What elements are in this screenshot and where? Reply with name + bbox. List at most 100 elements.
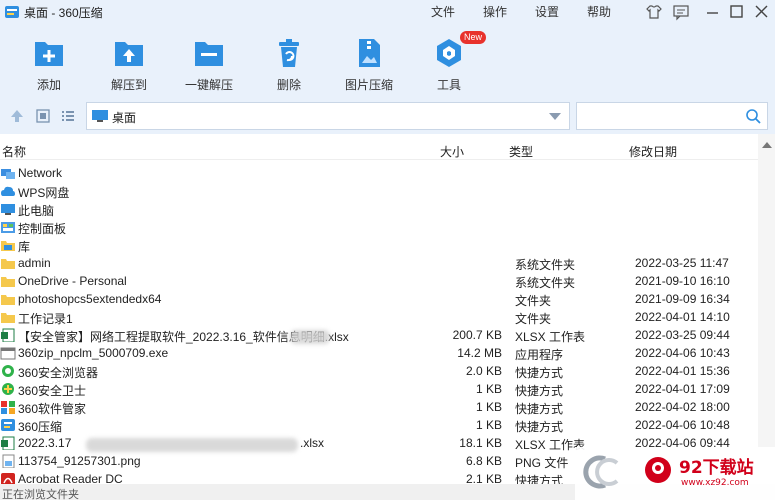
file-size: 18.1 KB [459, 436, 502, 450]
file-size: 1 KB [475, 400, 502, 414]
list-item[interactable]: WPS网盘 [0, 182, 758, 200]
extract-to-label: 解压到 [110, 78, 147, 92]
image-compress-icon [359, 39, 380, 67]
tools-label: 工具 [436, 78, 461, 92]
file-type: 快捷方式 [515, 366, 564, 380]
up-arrow-icon[interactable] [9, 108, 25, 124]
delete-label: 删除 [276, 78, 301, 92]
png-file-icon [2, 454, 15, 468]
vertical-scrollbar[interactable] [758, 134, 775, 484]
menu-file[interactable]: 文件 [431, 3, 455, 20]
file-modified: 2022-03-25 11:47 [635, 256, 729, 270]
file-type: 系统文件夹 [515, 276, 576, 290]
search-icon[interactable] [745, 108, 761, 124]
file-size: 6.8 KB [465, 454, 502, 468]
extract-to-button[interactable]: 解压到 [94, 32, 164, 92]
list-item[interactable]: 此电脑 [0, 200, 758, 218]
file-name: 控制面板 [18, 222, 67, 236]
network-icon [1, 169, 15, 179]
folder-icon [1, 259, 15, 269]
address-bar[interactable]: 桌面 [86, 102, 570, 130]
excel-file-icon [1, 436, 15, 450]
desktop-icon [92, 110, 108, 122]
column-name[interactable]: 名称 [2, 143, 26, 160]
list-item[interactable]: 【安全管家】网络工程提取软件_2022.3.16_软件信息明细.xlsx 200.… [0, 326, 758, 344]
add-archive-icon [35, 42, 63, 66]
search-input[interactable] [576, 102, 768, 130]
maximize-icon[interactable] [727, 2, 747, 22]
file-name: 360zip_npclm_5000709.exe [18, 346, 169, 360]
menu-action[interactable]: 操作 [483, 3, 507, 20]
folder-icon [1, 295, 15, 305]
feedback-icon[interactable] [671, 2, 691, 22]
address-path: 桌面 [112, 111, 137, 125]
folder-icon [1, 313, 15, 323]
address-dropdown-icon[interactable] [549, 113, 561, 120]
file-type: 文件夹 [515, 294, 552, 308]
minimize-icon[interactable] [703, 2, 723, 22]
toolbar: 添加 解压到 一键解压 删除 图片压缩 工具 New [0, 24, 775, 96]
watermark-title: 92下载站 [679, 458, 754, 478]
file-size: 1 KB [475, 418, 502, 432]
file-name: 360安全浏览器 [18, 366, 99, 380]
extract-to-icon [115, 42, 143, 66]
list-item[interactable]: 工作记录1 文件夹 2022-04-01 14:10 [0, 308, 758, 326]
file-name: 2022.3.17 [18, 436, 72, 450]
one-click-extract-button[interactable]: 一键解压 [174, 32, 244, 92]
list-item[interactable]: OneDrive - Personal 系统文件夹 2021-09-10 16:10 [0, 272, 758, 290]
top-band: 桌面 - 360压缩 文件 操作 设置 帮助 添加 解压到 一键解压 删除 图片… [0, 0, 775, 134]
software-manager-icon [1, 401, 15, 414]
guard-icon [2, 383, 14, 395]
thumbnail-view-icon[interactable] [35, 108, 51, 124]
file-name: WPS网盘 [18, 186, 70, 200]
status-text: 正在浏览文件夹 [2, 489, 79, 500]
title-bar: 桌面 - 360压缩 文件 操作 设置 帮助 [0, 0, 775, 24]
list-item[interactable]: admin 系统文件夹 2022-03-25 11:47 [0, 254, 758, 272]
file-type: 系统文件夹 [515, 258, 576, 272]
skin-icon[interactable] [644, 2, 664, 22]
list-item[interactable]: photoshopcs5extendedx64 文件夹 2021-09-09 16:… [0, 290, 758, 308]
address-row: 桌面 [0, 100, 775, 132]
file-modified: 2022-04-01 15:36 [635, 364, 730, 378]
file-name: 工作记录1 [18, 312, 73, 326]
tools-button[interactable]: 工具 New [414, 31, 487, 92]
list-view-icon[interactable] [60, 108, 76, 124]
library-icon [1, 241, 15, 251]
file-modified: 2021-09-09 16:34 [635, 292, 730, 306]
column-size[interactable]: 大小 [440, 143, 464, 160]
list-item[interactable]: 360安全浏览器 2.0 KB 快捷方式 2022-04-01 15:36 [0, 362, 758, 380]
folder-icon [1, 277, 15, 287]
browser-icon [2, 365, 14, 377]
list-item[interactable]: Network [0, 164, 758, 182]
list-item[interactable]: 360软件管家 1 KB 快捷方式 2022-04-02 18:00 [0, 398, 758, 416]
one-click-extract-icon [195, 42, 223, 66]
list-item[interactable]: 控制面板 [0, 218, 758, 236]
window-title: 桌面 - 360压缩 [24, 6, 103, 20]
file-modified: 2021-09-10 16:10 [635, 274, 730, 288]
add-label: 添加 [36, 78, 61, 92]
scroll-up-icon[interactable] [762, 142, 772, 148]
file-modified: 2022-04-01 14:10 [635, 310, 730, 324]
delete-button[interactable]: 删除 [254, 32, 324, 92]
delete-icon [279, 39, 299, 67]
close-icon[interactable] [752, 2, 772, 22]
list-item[interactable]: 库 [0, 236, 758, 254]
column-modified[interactable]: 修改日期 [629, 143, 677, 160]
file-size: 1 KB [475, 382, 502, 396]
file-modified: 2022-04-02 18:00 [635, 400, 730, 414]
redaction-blur [290, 330, 330, 344]
add-button[interactable]: 添加 [14, 32, 84, 92]
control-panel-icon [1, 222, 15, 233]
list-item[interactable]: 360zip_npclm_5000709.exe 14.2 MB 应用程序 2022-… [0, 344, 758, 362]
one-click-extract-label: 一键解压 [184, 78, 233, 92]
file-type: PNG 文件 [515, 456, 569, 470]
file-name-suffix: .xlsx [300, 436, 324, 450]
image-compress-label: 图片压缩 [344, 78, 393, 92]
column-type[interactable]: 类型 [509, 143, 533, 160]
list-item[interactable]: 360安全卫士 1 KB 快捷方式 2022-04-01 17:09 [0, 380, 758, 398]
menu-help[interactable]: 帮助 [587, 3, 611, 20]
image-compress-button[interactable]: 图片压缩 [334, 32, 404, 92]
menu-settings[interactable]: 设置 [535, 3, 559, 20]
list-item[interactable]: 360压缩 1 KB 快捷方式 2022-04-06 10:48 [0, 416, 758, 434]
watermark-logo-icon [645, 457, 671, 483]
